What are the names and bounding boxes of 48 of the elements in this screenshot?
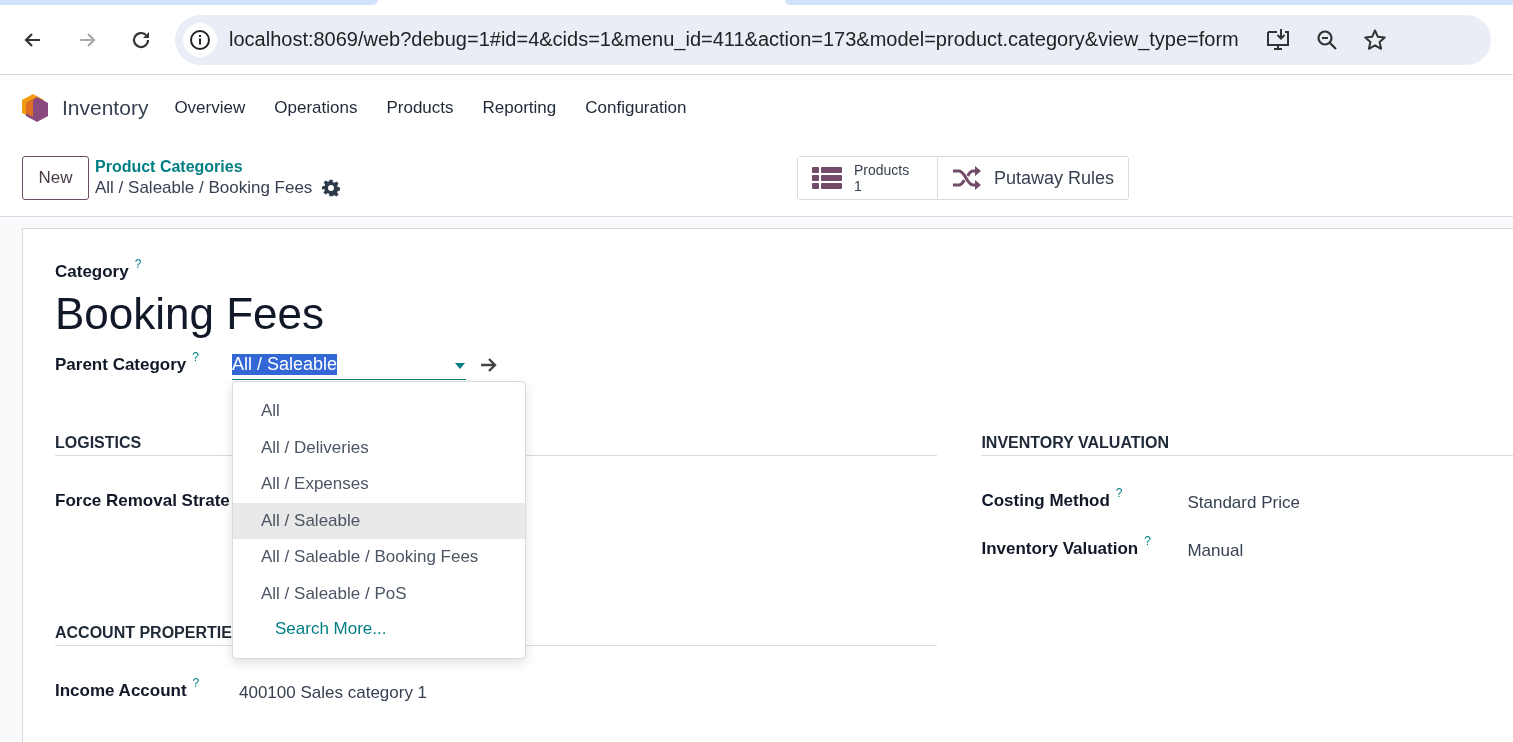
help-tooltip-mark[interactable]: ? [192, 350, 199, 364]
field-label: Parent Category [55, 355, 187, 375]
zoom-out-icon[interactable] [1314, 27, 1339, 52]
breadcrumb-link[interactable]: Product Categories [95, 158, 341, 176]
url-text: localhost:8069/web?debug=1#id=4&cids=1&menu_id=411&action=173&model=product.category&view_type=form [229, 28, 1239, 51]
dropdown-option[interactable]: All / Expenses [233, 466, 525, 503]
menu-item[interactable]: Operations [274, 97, 358, 118]
app-logo-icon[interactable] [21, 92, 49, 123]
help-tooltip-mark[interactable]: ? [1115, 486, 1123, 500]
field-label: Costing Method [981, 491, 1110, 511]
stat-value: 1 [854, 178, 862, 194]
gear-icon[interactable] [322, 179, 341, 197]
arrow-right-icon[interactable] [480, 357, 498, 373]
menu-item[interactable]: Products [386, 97, 454, 118]
field-value[interactable]: Manual [1187, 541, 1244, 561]
section-title: INVENTORY VALUATION [981, 434, 1513, 456]
shuffle-icon [952, 166, 982, 190]
parent-category-input[interactable]: All / Saleable [232, 350, 466, 380]
dropdown-option[interactable]: All [233, 393, 525, 430]
field-label: Category [55, 262, 129, 282]
record-path: All / Saleable / Booking Fees [95, 178, 313, 198]
stat-label: Products [854, 162, 910, 178]
new-button[interactable]: New [22, 156, 89, 200]
address-bar[interactable]: localhost:8069/web?debug=1#id=4&cids=1&menu_id=411&action=173&model=product.category&view_type=form [175, 14, 1491, 65]
info-icon[interactable] [183, 22, 217, 57]
dropdown-option[interactable]: All / Saleable [233, 502, 525, 539]
menu-item[interactable]: Overview [174, 97, 246, 118]
help-tooltip-mark[interactable]: ? [134, 257, 142, 271]
dropdown-option[interactable]: All / Deliveries [233, 429, 525, 466]
list-icon [812, 166, 842, 190]
star-icon[interactable] [1362, 27, 1387, 52]
install-app-icon[interactable] [1264, 26, 1291, 53]
field-label: Inventory Valuation [981, 539, 1139, 559]
search-more-link[interactable]: Search More... [233, 612, 525, 646]
app-name[interactable]: Inventory [62, 95, 149, 120]
help-tooltip-mark[interactable]: ? [192, 676, 200, 690]
products-smart-button[interactable]: Products 1 [798, 157, 938, 199]
caret-icon [455, 362, 465, 369]
field-label: Income Account [55, 681, 187, 701]
menu-item[interactable]: Reporting [482, 97, 557, 118]
dropdown-option[interactable]: All / Saleable / Booking Fees [233, 539, 525, 576]
field-value[interactable]: 400100 Sales category 1 [239, 683, 428, 703]
menu-item[interactable]: Configuration [585, 97, 687, 118]
record-name-field[interactable]: Booking Fees [55, 286, 935, 342]
field-value[interactable]: Standard Price [1187, 493, 1300, 513]
dropdown-option[interactable]: All / Saleable / PoS [233, 575, 525, 612]
help-tooltip-mark[interactable]: ? [1144, 534, 1151, 548]
field-label: Force Removal Strate [55, 491, 230, 511]
